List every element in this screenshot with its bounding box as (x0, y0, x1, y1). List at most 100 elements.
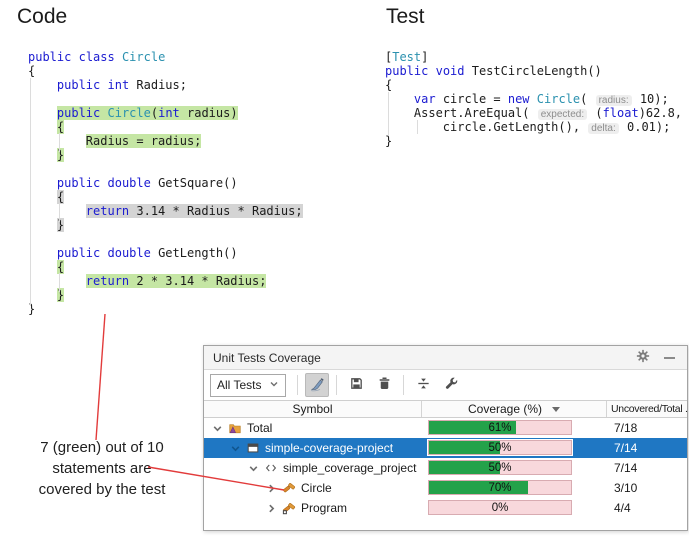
uncovered-total-cell: 3/10 (607, 481, 687, 495)
code-token: Radius; (129, 78, 187, 92)
indent-guide (30, 78, 31, 306)
code-token: circle.GetLength(), (443, 120, 588, 134)
code-line: { (28, 64, 303, 78)
test-code-snippet: [Test]public void TestCircleLength(){ va… (385, 50, 682, 148)
code-line: public double GetLength() (28, 246, 303, 260)
code-line: public void TestCircleLength() (385, 64, 682, 78)
column-label: Coverage (%) (468, 402, 542, 416)
all-tests-dropdown[interactable]: All Tests (210, 374, 286, 397)
coverage-highlight-uncovered: return 3.14 * Radius * Radius; (86, 204, 303, 218)
code-line: { (28, 120, 303, 134)
solution-icon (228, 421, 242, 435)
toolbar-separator (336, 375, 337, 395)
table-row[interactable]: Program 0%4/4 (204, 498, 687, 518)
code-token (71, 50, 78, 64)
code-token: Radius = radius; (86, 134, 202, 148)
code-token: float (603, 106, 639, 120)
minimize-icon (664, 357, 675, 359)
code-line (28, 162, 303, 176)
collapse-all-button[interactable] (411, 373, 435, 397)
code-line: circle.GetLength(), delta: 0.01); (385, 120, 682, 134)
table-row[interactable]: simple-coverage-project 50%7/14 (204, 438, 687, 458)
uncovered-total-cell: 4/4 (607, 501, 687, 515)
code-token: Assert.AreEqual( (414, 106, 537, 120)
expand-chevron-icon[interactable] (265, 502, 277, 514)
expand-chevron-icon[interactable] (211, 422, 223, 434)
highlighter-icon (309, 376, 325, 395)
expand-chevron-icon[interactable] (229, 442, 241, 454)
annotation-line: covered by the test (12, 479, 192, 500)
parameter-hint: expected: (538, 109, 587, 120)
unit-tests-coverage-panel: Unit Tests Coverage All Tests Symbol Cov… (203, 345, 688, 531)
options-button[interactable] (439, 373, 463, 397)
save-icon (349, 376, 364, 394)
code-line: { (28, 190, 303, 204)
code-token: public (57, 78, 100, 92)
coverage-highlight-covered: } (57, 148, 64, 162)
symbol-label: simple-coverage-project (265, 441, 393, 455)
collapse-icon (416, 376, 431, 394)
column-header-symbol[interactable]: Symbol (204, 401, 422, 417)
coverage-cell: 0% (422, 498, 607, 518)
expand-chevron-icon[interactable] (265, 482, 277, 494)
expand-chevron-icon[interactable] (247, 462, 259, 474)
table-row[interactable]: Circle70%3/10 (204, 478, 687, 498)
panel-title: Unit Tests Coverage (213, 351, 626, 365)
code-line: public Circle(int radius) (28, 106, 303, 120)
code-token: double (108, 246, 151, 260)
code-token (100, 246, 107, 260)
screenshot-canvas: Code Test public class Circle{ public in… (0, 0, 689, 538)
table-row[interactable]: Total61%7/18 (204, 418, 687, 438)
code-token: } (57, 288, 64, 302)
symbol-label: simple_coverage_project (283, 461, 416, 475)
coverage-percent-label: 70% (429, 481, 571, 494)
indent-guide (388, 92, 389, 136)
coverage-cell: 50% (422, 438, 607, 458)
code-token: int (158, 106, 180, 120)
namespace-icon (264, 461, 278, 475)
coverage-percent-label: 61% (429, 421, 571, 434)
minimize-button[interactable] (660, 349, 678, 367)
code-token: public (28, 50, 71, 64)
code-token: ( (580, 92, 594, 106)
chevron-down-icon (269, 378, 279, 392)
class-static-icon (282, 501, 296, 515)
code-token: var (414, 92, 436, 106)
code-line: Assert.AreEqual( expected: (float)62.8, (385, 106, 682, 120)
code-token: public (57, 246, 100, 260)
test-section-heading: Test (386, 5, 425, 29)
code-token (100, 106, 107, 120)
save-snapshot-button[interactable] (344, 373, 368, 397)
code-token: int (108, 78, 130, 92)
code-line (28, 92, 303, 106)
coverage-highlight-covered: public Circle(int radius) (57, 106, 238, 120)
code-token: public (57, 106, 100, 120)
code-token: )62.8, (639, 106, 682, 120)
table-row[interactable]: simple_coverage_project50%7/14 (204, 458, 687, 478)
code-token: TestCircleLength() (465, 64, 602, 78)
code-token: radius) (180, 106, 238, 120)
coverage-percent-label: 50% (429, 461, 571, 474)
symbol-label: Program (301, 501, 347, 515)
symbol-cell: Program (204, 498, 422, 518)
parameter-hint: radius: (596, 95, 632, 106)
source-code-snippet: public class Circle{ public int Radius; … (28, 50, 303, 316)
code-line: } (28, 148, 303, 162)
settings-button[interactable] (634, 349, 652, 367)
code-line: return 2 * 3.14 * Radius; (28, 274, 303, 288)
coverage-cell: 61% (422, 418, 607, 438)
code-token (530, 92, 537, 106)
code-token: } (57, 218, 64, 232)
code-token: void (436, 64, 465, 78)
highlight-coverage-button[interactable] (305, 373, 329, 397)
code-token: new (508, 92, 530, 106)
column-header-uncovered-total[interactable]: Uncovered/Total ... (607, 401, 687, 417)
code-line: public class Circle (28, 50, 303, 64)
uncovered-total-cell: 7/14 (607, 441, 687, 455)
delete-snapshot-button[interactable] (372, 373, 396, 397)
code-token: 2 * 3.14 * Radius; (129, 274, 266, 288)
arrow-to-code (96, 314, 105, 440)
coverage-highlight-covered: Radius = radius; (86, 134, 202, 148)
column-header-coverage[interactable]: Coverage (%) (422, 401, 607, 417)
coverage-highlight-covered: return 2 * 3.14 * Radius; (86, 274, 267, 288)
